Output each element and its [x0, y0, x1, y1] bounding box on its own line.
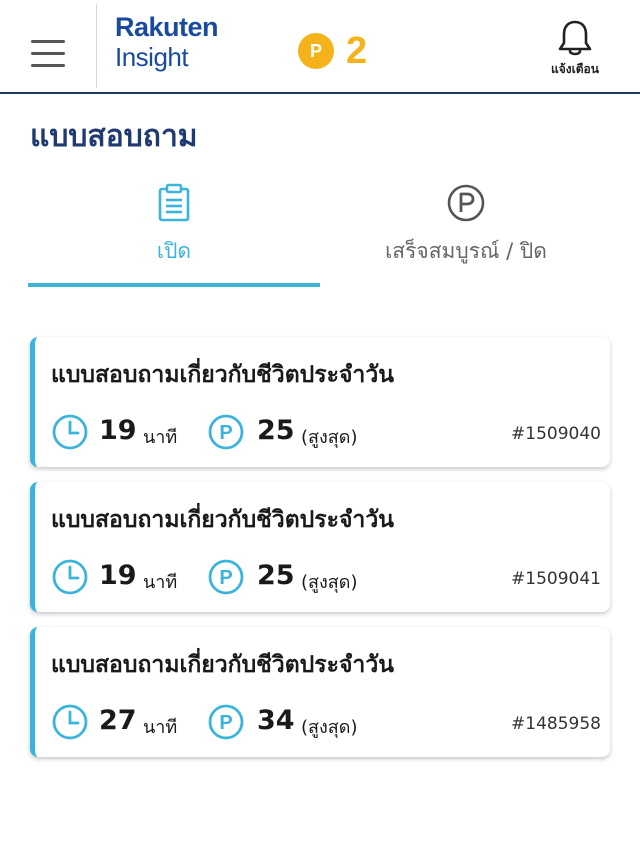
survey-card[interactable]: แบบสอบถามเกี่ยวกับชีวิตประจำวัน 27 นาที …: [30, 627, 610, 757]
point-coin-icon: P: [298, 33, 334, 69]
points-note: (สูงสุด): [301, 427, 358, 448]
survey-title: แบบสอบถามเกี่ยวกับชีวิตประจำวัน: [51, 362, 394, 388]
survey-points: 34: [257, 705, 295, 736]
page-title: แบบสอบถาม: [30, 119, 198, 154]
survey-meta: 19 นาที P 25 (สูงสุด) #1509041: [51, 558, 601, 598]
survey-id: #1509040: [511, 424, 601, 444]
points-balance[interactable]: P 2: [298, 32, 367, 70]
bell-icon: [558, 20, 592, 56]
point-icon: P: [208, 559, 244, 595]
points-note: (สูงสุด): [301, 717, 358, 738]
tab-open[interactable]: เปิด: [28, 175, 320, 287]
survey-title: แบบสอบถามเกี่ยวกับชีวิตประจำวัน: [51, 652, 394, 678]
survey-title: แบบสอบถามเกี่ยวกับชีวิตประจำวัน: [51, 507, 394, 533]
logo-bottom-text: Insight: [115, 42, 189, 72]
survey-card[interactable]: แบบสอบถามเกี่ยวกับชีวิตประจำวัน 19 นาที …: [30, 337, 610, 467]
menu-icon[interactable]: [31, 40, 65, 70]
notification-button[interactable]: แจ้งเตือน: [540, 18, 610, 79]
survey-card[interactable]: แบบสอบถามเกี่ยวกับชีวิตประจำวัน 19 นาที …: [30, 482, 610, 612]
tab-completed-closed[interactable]: เสร็จสมบูรณ์ / ปิด: [320, 175, 612, 287]
survey-meta: 27 นาที P 34 (สูงสุด) #1485958: [51, 703, 601, 743]
clock-icon: [52, 414, 88, 450]
rakuten-insight-logo[interactable]: Rakuten Insight: [115, 12, 219, 72]
svg-text:P: P: [219, 712, 232, 734]
svg-text:P: P: [219, 567, 232, 589]
points-note: (สูงสุด): [301, 572, 358, 593]
points-count: 2: [346, 30, 368, 72]
svg-text:P: P: [219, 422, 232, 444]
clock-icon: [52, 704, 88, 740]
survey-points: 25: [257, 560, 295, 591]
notification-label: แจ้งเตือน: [551, 62, 599, 76]
minutes-unit: นาที: [143, 572, 178, 593]
survey-minutes: 19: [99, 415, 137, 446]
minutes-unit: นาที: [143, 717, 178, 738]
survey-minutes: 27: [99, 705, 137, 736]
logo-top-text: Rakuten: [115, 12, 219, 42]
survey-id: #1509041: [511, 569, 601, 589]
p-circle-icon: [447, 184, 485, 222]
survey-points: 25: [257, 415, 295, 446]
survey-tabs: เปิด เสร็จสมบูรณ์ / ปิด: [0, 175, 640, 287]
tab-open-label: เปิด: [156, 239, 192, 263]
header-divider: [96, 4, 97, 88]
clipboard-icon: [158, 183, 190, 222]
minutes-unit: นาที: [143, 427, 178, 448]
app-header: Rakuten Insight P 2 แจ้งเตือน: [0, 0, 640, 94]
survey-id: #1485958: [511, 714, 601, 734]
point-icon: P: [208, 414, 244, 450]
survey-minutes: 19: [99, 560, 137, 591]
clock-icon: [52, 559, 88, 595]
point-icon: P: [208, 704, 244, 740]
survey-meta: 19 นาที P 25 (สูงสุด) #1509040: [51, 413, 601, 453]
tab-completed-label: เสร็จสมบูรณ์ / ปิด: [385, 239, 547, 263]
